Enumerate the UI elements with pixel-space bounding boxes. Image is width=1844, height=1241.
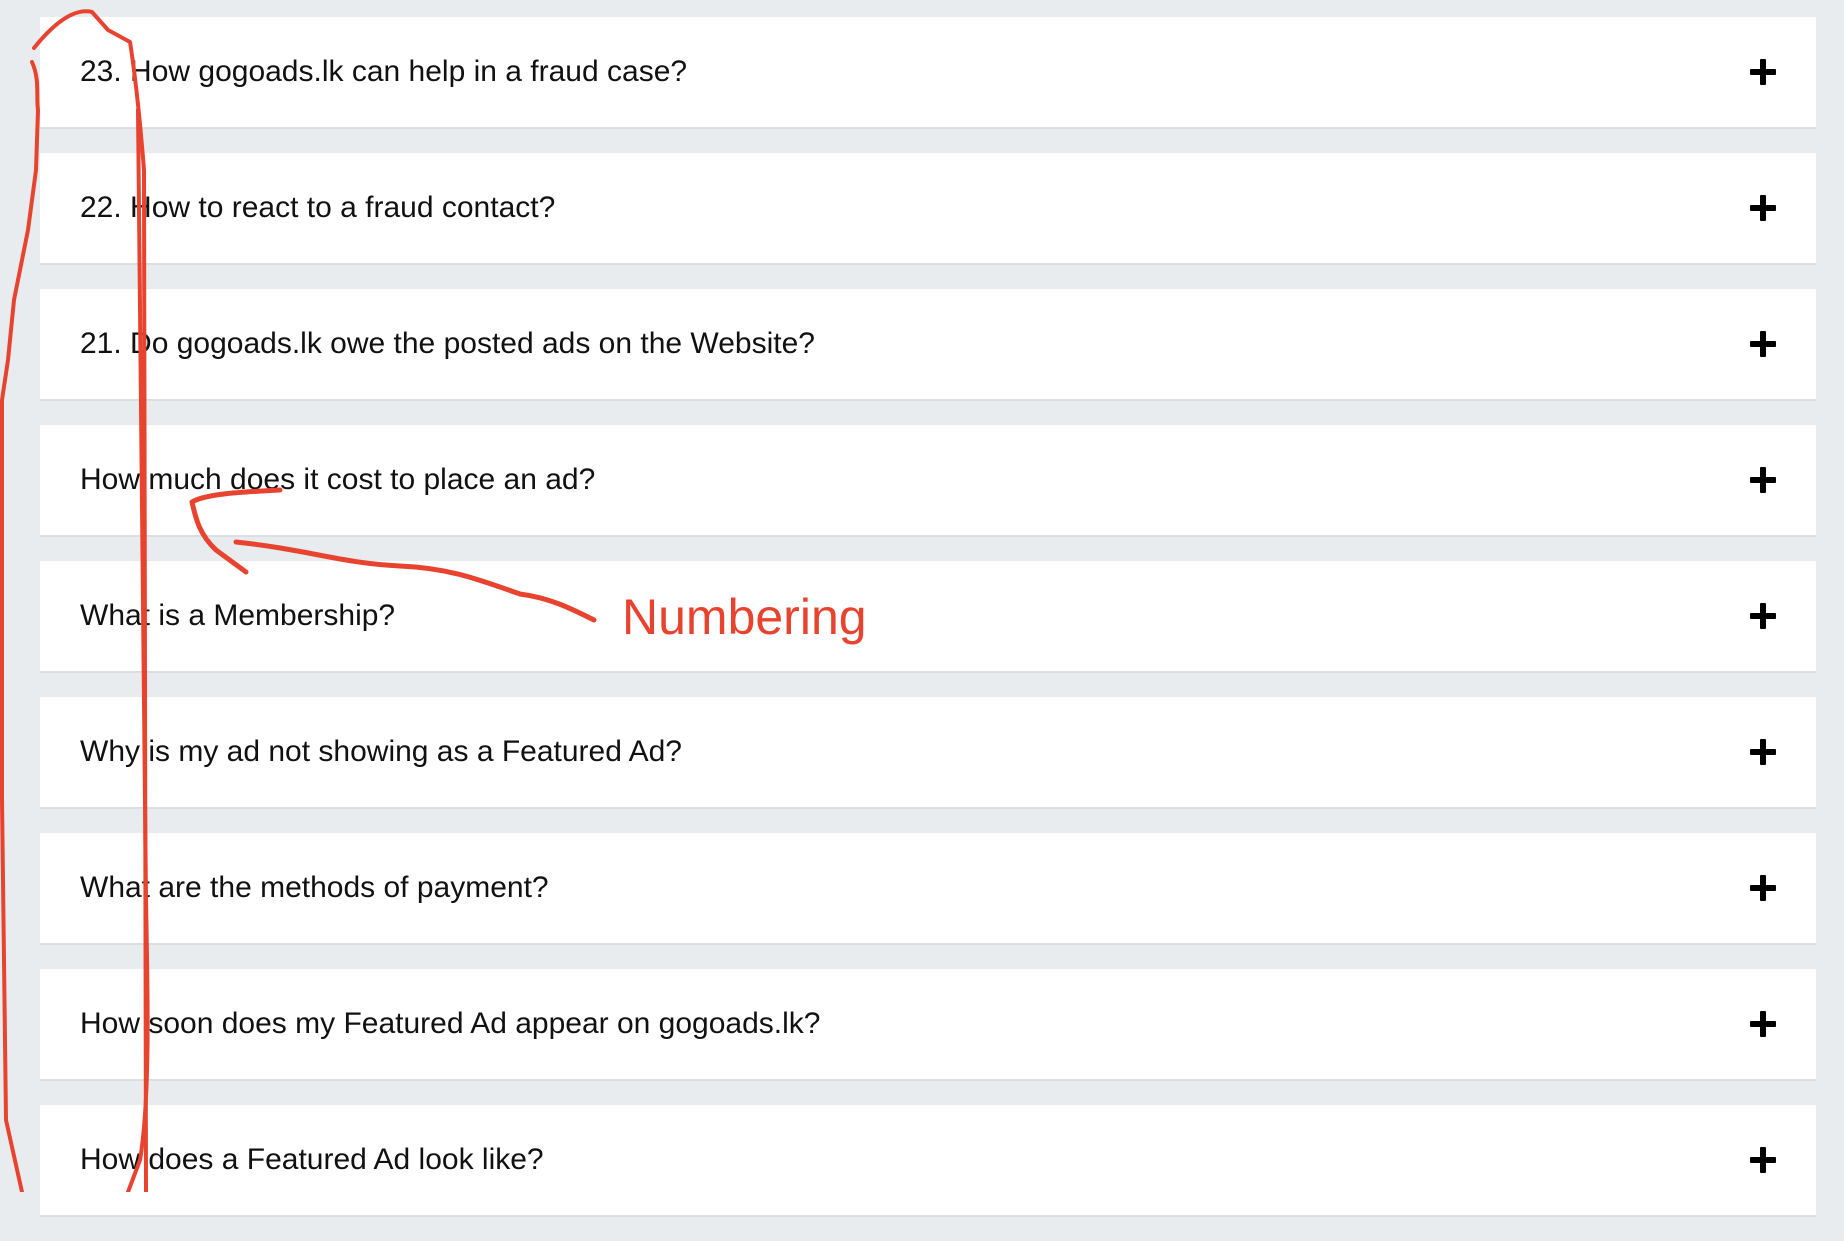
faq-question: How does a Featured Ad look like? <box>80 1143 544 1176</box>
faq-accordion: 23. How gogoads.lk can help in a fraud c… <box>40 17 1816 1241</box>
faq-item[interactable]: What is a Membership? <box>40 561 1816 673</box>
plus-icon[interactable] <box>1750 603 1776 629</box>
annotation-label: Numbering <box>622 589 867 645</box>
plus-icon[interactable] <box>1750 875 1776 901</box>
faq-question: 21. Do gogoads.lk owe the posted ads on … <box>80 327 815 360</box>
faq-question: Why is my ad not showing as a Featured A… <box>80 735 682 768</box>
faq-question: What are the methods of payment? <box>80 871 549 904</box>
faq-item[interactable]: 21. Do gogoads.lk owe the posted ads on … <box>40 289 1816 401</box>
faq-item[interactable]: Why is my ad not showing as a Featured A… <box>40 697 1816 809</box>
faq-question: 23. How gogoads.lk can help in a fraud c… <box>80 55 688 88</box>
plus-icon[interactable] <box>1750 331 1776 357</box>
plus-icon[interactable] <box>1750 467 1776 493</box>
plus-icon[interactable] <box>1750 59 1776 85</box>
plus-icon[interactable] <box>1750 1011 1776 1037</box>
faq-item[interactable]: What are the methods of payment? <box>40 833 1816 945</box>
faq-question: 22. How to react to a fraud contact? <box>80 191 556 224</box>
plus-icon[interactable] <box>1750 739 1776 765</box>
faq-question: How much does it cost to place an ad? <box>80 463 596 496</box>
faq-question: How soon does my Featured Ad appear on g… <box>80 1007 821 1040</box>
faq-item[interactable]: 23. How gogoads.lk can help in a fraud c… <box>40 17 1816 129</box>
plus-icon[interactable] <box>1750 195 1776 221</box>
faq-question: What is a Membership? <box>80 599 396 632</box>
faq-item[interactable]: How soon does my Featured Ad appear on g… <box>40 969 1816 1081</box>
faq-item[interactable]: How much does it cost to place an ad? <box>40 425 1816 537</box>
plus-icon[interactable] <box>1750 1147 1776 1173</box>
faq-item[interactable]: 22. How to react to a fraud contact? <box>40 153 1816 265</box>
faq-item[interactable]: How does a Featured Ad look like? <box>40 1105 1816 1217</box>
